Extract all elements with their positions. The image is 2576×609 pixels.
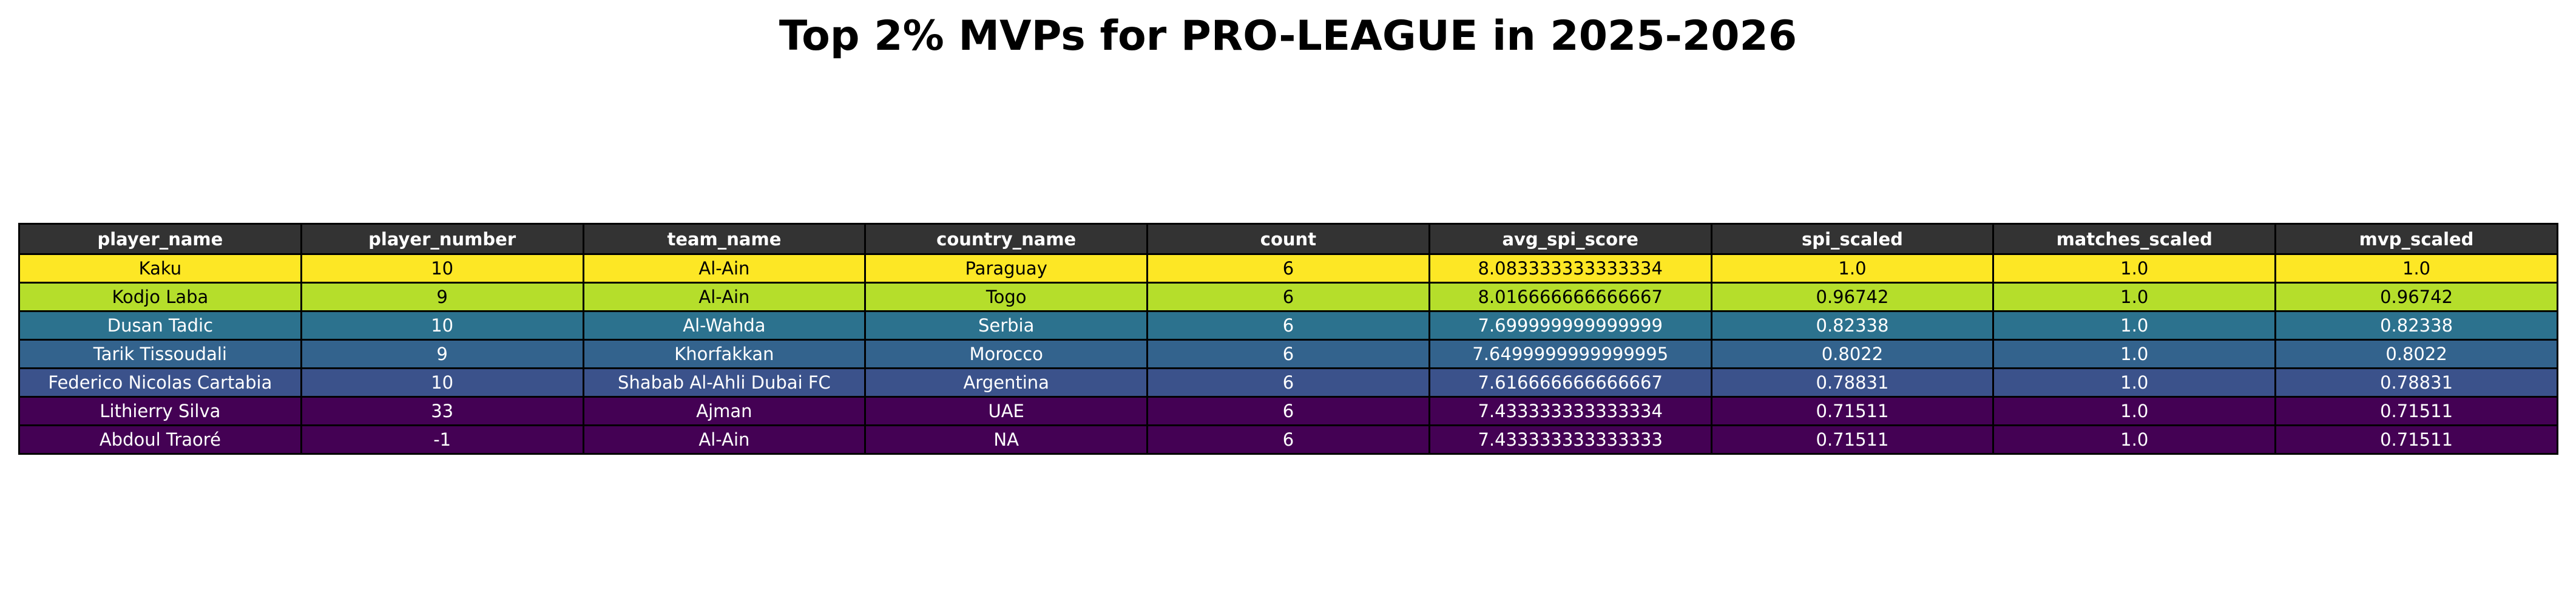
table-row: Lithierry Silva 33 Ajman UAE 6 7.4333333… (18, 396, 2558, 426)
column-header: team_name (582, 223, 867, 255)
table-cell: Al-Wahda (582, 310, 867, 341)
table-cell: Togo (864, 282, 1149, 312)
table-cell: NA (864, 424, 1149, 455)
table-cell: 0.71511 (1710, 424, 1995, 455)
table-cell: -1 (300, 424, 584, 455)
table-cell: 0.82338 (1710, 310, 1995, 341)
table-cell: 9 (300, 339, 584, 369)
table-cell: Khorfakkan (582, 339, 867, 369)
column-header: player_number (300, 223, 584, 255)
table-cell: 1.0 (1992, 339, 2277, 369)
table-cell: 6 (1146, 310, 1430, 341)
table-cell: 1.0 (1710, 253, 1995, 284)
table-cell: 0.8022 (2274, 339, 2558, 369)
table-cell: 0.71511 (1710, 396, 1995, 426)
table-cell: 10 (300, 310, 584, 341)
table-header-row: player_name player_number team_name coun… (18, 223, 2558, 255)
mvp-table: player_name player_number team_name coun… (18, 223, 2558, 455)
table-cell: 7.699999999999999 (1428, 310, 1712, 341)
table-cell: Kaku (18, 253, 302, 284)
table-row: Dusan Tadic 10 Al-Wahda Serbia 6 7.69999… (18, 310, 2558, 341)
table-cell: Al-Ain (582, 424, 867, 455)
table-cell: 1.0 (1992, 367, 2277, 398)
table-cell: 8.016666666666667 (1428, 282, 1712, 312)
table-cell: 0.8022 (1710, 339, 1995, 369)
table-cell: 6 (1146, 282, 1430, 312)
table-cell: Morocco (864, 339, 1149, 369)
table-row: Kaku 10 Al-Ain Paraguay 6 8.083333333333… (18, 253, 2558, 284)
table-cell: 9 (300, 282, 584, 312)
table-cell: Federico Nicolas Cartabia (18, 367, 302, 398)
table-cell: Paraguay (864, 253, 1149, 284)
table-cell: Serbia (864, 310, 1149, 341)
column-header: matches_scaled (1992, 223, 2277, 255)
column-header: spi_scaled (1710, 223, 1995, 255)
table-cell: 6 (1146, 253, 1430, 284)
table-cell: Dusan Tadic (18, 310, 302, 341)
table-cell: 0.96742 (1710, 282, 1995, 312)
table-cell: 10 (300, 367, 584, 398)
table-cell: Kodjo Laba (18, 282, 302, 312)
table-row: Tarik Tissoudali 9 Khorfakkan Morocco 6 … (18, 339, 2558, 369)
table-cell: 1.0 (1992, 310, 2277, 341)
table-cell: 7.6499999999999995 (1428, 339, 1712, 369)
table-cell: 10 (300, 253, 584, 284)
column-header: country_name (864, 223, 1149, 255)
table-cell: 0.96742 (2274, 282, 2558, 312)
table-cell: Abdoul Traoré (18, 424, 302, 455)
table-cell: 1.0 (1992, 282, 2277, 312)
table-cell: Al-Ain (582, 253, 867, 284)
table-cell: 8.083333333333334 (1428, 253, 1712, 284)
table-cell: 0.71511 (2274, 396, 2558, 426)
table-cell: UAE (864, 396, 1149, 426)
table-cell: Al-Ain (582, 282, 867, 312)
table-cell: 0.82338 (2274, 310, 2558, 341)
table-cell: 1.0 (2274, 253, 2558, 284)
table-row: Abdoul Traoré -1 Al-Ain NA 6 7.433333333… (18, 424, 2558, 455)
table-cell: 6 (1146, 424, 1430, 455)
table-row: Federico Nicolas Cartabia 10 Shabab Al-A… (18, 367, 2558, 398)
column-header: avg_spi_score (1428, 223, 1712, 255)
table-cell: Tarik Tissoudali (18, 339, 302, 369)
table-cell: Shabab Al-Ahli Dubai FC (582, 367, 867, 398)
column-header: count (1146, 223, 1430, 255)
table-cell: 1.0 (1992, 424, 2277, 455)
table-cell: 0.71511 (2274, 424, 2558, 455)
table-cell: Argentina (864, 367, 1149, 398)
table-cell: 6 (1146, 339, 1430, 369)
table-cell: 6 (1146, 396, 1430, 426)
table-cell: Lithierry Silva (18, 396, 302, 426)
table-cell: 7.433333333333334 (1428, 396, 1712, 426)
table-cell: 33 (300, 396, 584, 426)
table-cell: 0.78831 (1710, 367, 1995, 398)
table-cell: 1.0 (1992, 396, 2277, 426)
chart-title: Top 2% MVPs for PRO-LEAGUE in 2025-2026 (779, 12, 1797, 60)
table-cell: 7.433333333333333 (1428, 424, 1712, 455)
column-header: mvp_scaled (2274, 223, 2558, 255)
table-row: Kodjo Laba 9 Al-Ain Togo 6 8.01666666666… (18, 282, 2558, 312)
table-cell: Ajman (582, 396, 867, 426)
table-cell: 1.0 (1992, 253, 2277, 284)
column-header: player_name (18, 223, 302, 255)
table-cell: 7.616666666666667 (1428, 367, 1712, 398)
table-cell: 0.78831 (2274, 367, 2558, 398)
table-cell: 6 (1146, 367, 1430, 398)
